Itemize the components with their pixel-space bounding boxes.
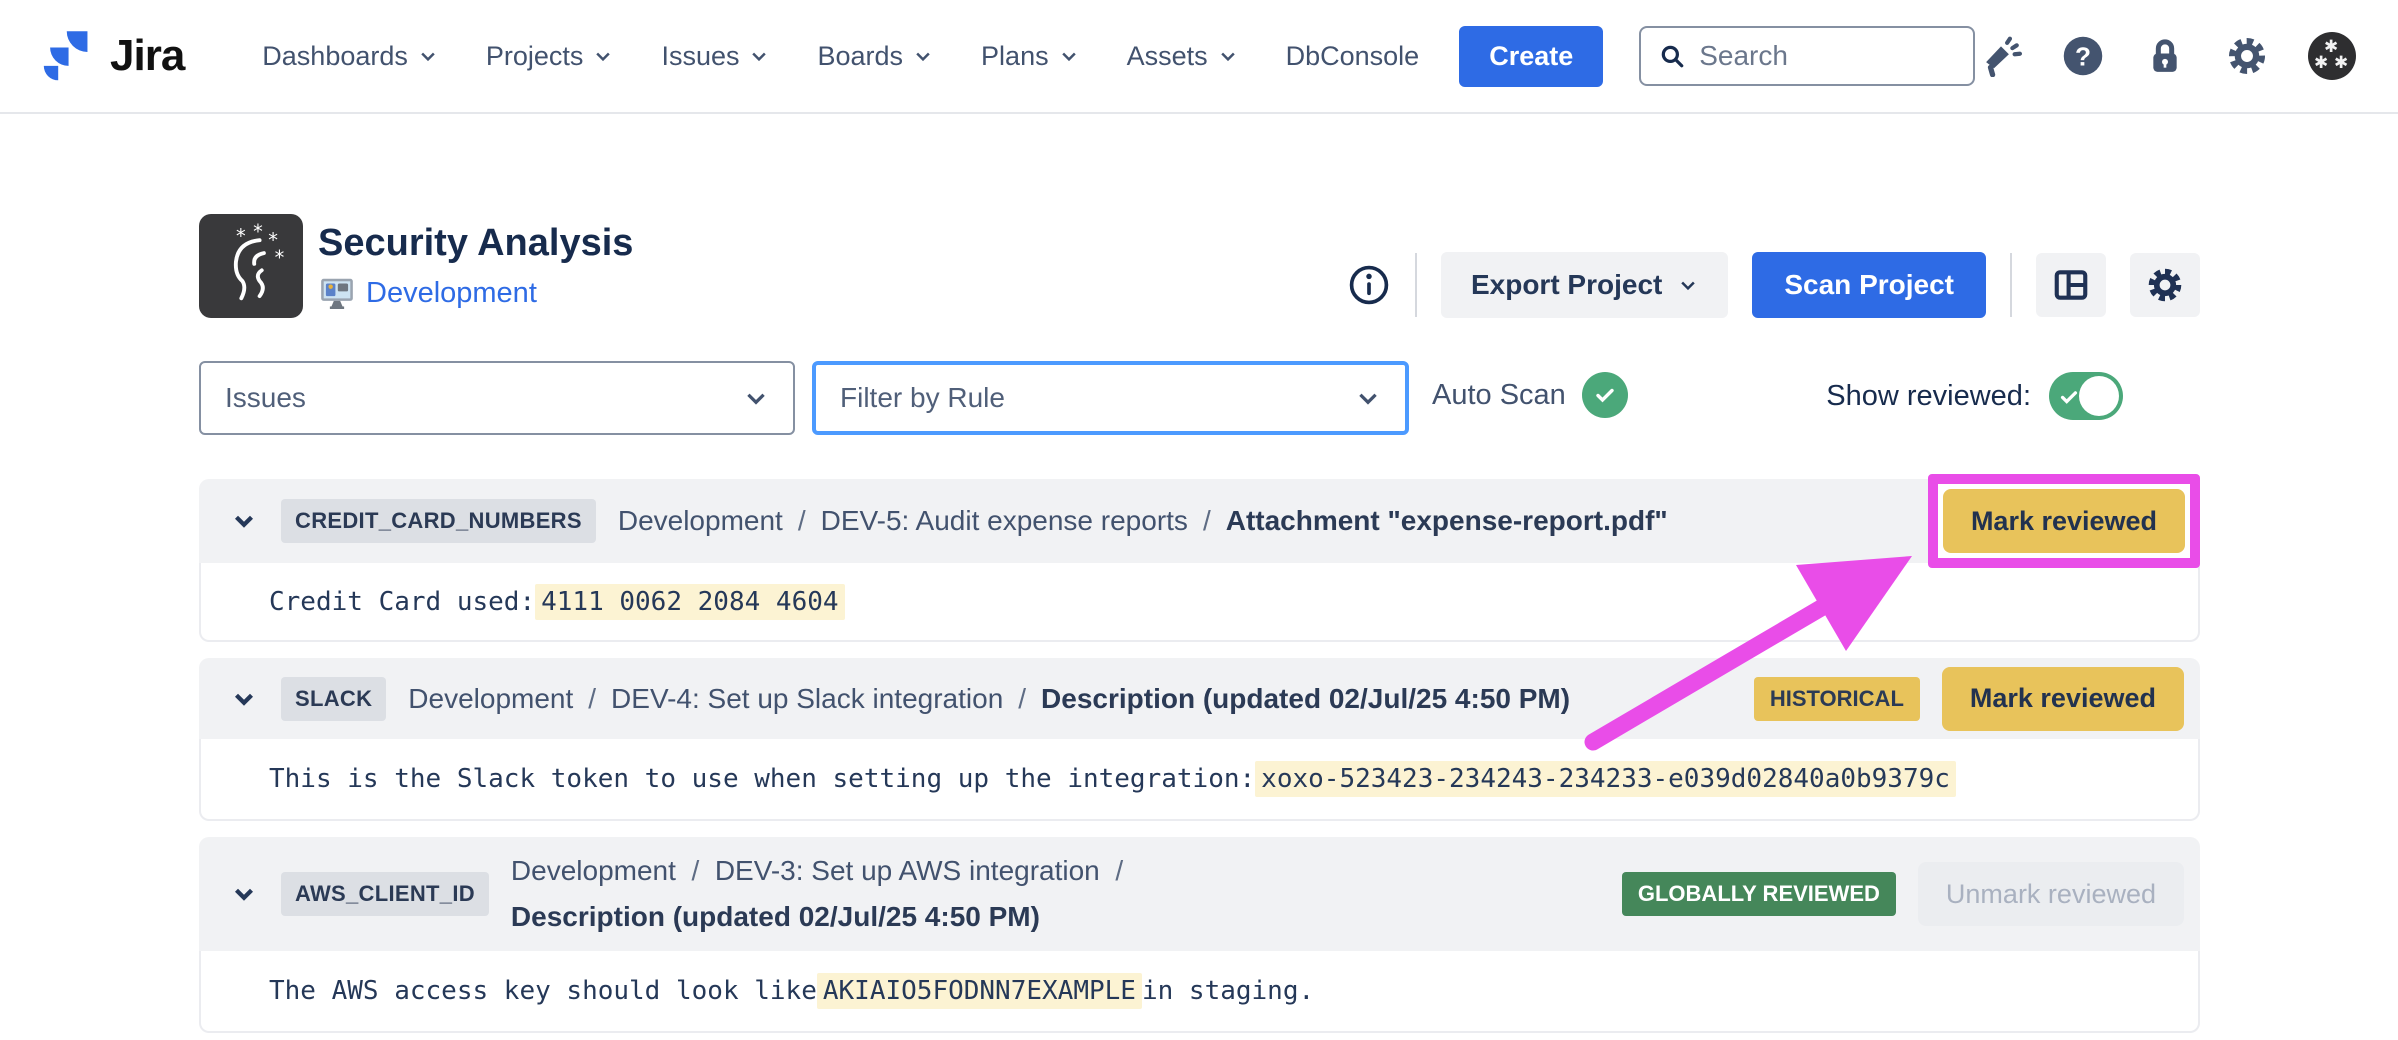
chevron-down-icon — [1059, 46, 1079, 66]
project-monitor-icon — [318, 274, 356, 312]
finding-breadcrumb: Development/ DEV-4: Set up Slack integra… — [408, 683, 1570, 715]
rule-badge: AWS_CLIENT_ID — [281, 872, 489, 916]
finding-card-aws: AWS_CLIENT_ID Development / DEV-3: Set u… — [199, 837, 2200, 1033]
auto-scan-check-icon — [1582, 372, 1628, 418]
svg-text:*: * — [236, 224, 246, 247]
nav-item-assets[interactable]: Assets — [1127, 41, 1238, 72]
finding-actions: HISTORICAL Mark reviewed — [1754, 667, 2184, 731]
auto-scan-status: Auto Scan — [1432, 372, 1628, 418]
rule-filter-select[interactable]: Filter by Rule — [812, 361, 1409, 435]
user-avatar[interactable]: ✱✱✱ — [2308, 32, 2356, 80]
jira-logo-icon — [42, 29, 96, 83]
auto-scan-label: Auto Scan — [1432, 379, 1566, 412]
nav-item-plans[interactable]: Plans — [981, 41, 1079, 72]
finding-content: The AWS access key should look like AKIA… — [199, 951, 2200, 1033]
lock-icon[interactable] — [2144, 35, 2186, 77]
project-avatar: **** — [199, 214, 303, 318]
finding-header: CREDIT_CARD_NUMBERS Development/ DEV-5: … — [199, 479, 2200, 563]
globally-reviewed-badge: GLOBALLY REVIEWED — [1622, 872, 1896, 916]
chevron-down-icon — [1218, 46, 1238, 66]
finding-header: AWS_CLIENT_ID Development / DEV-3: Set u… — [199, 837, 2200, 951]
finding-content: This is the Slack token to use when sett… — [199, 739, 2200, 821]
layout-panel-icon — [2052, 266, 2090, 304]
scan-project-button[interactable]: Scan Project — [1752, 252, 1986, 318]
finding-card-slack: SLACK Development/ DEV-4: Set up Slack i… — [199, 658, 2200, 821]
collapse-chevron-icon[interactable] — [229, 684, 259, 714]
chevron-down-icon — [743, 385, 769, 411]
create-button[interactable]: Create — [1459, 26, 1603, 87]
show-reviewed-control: Show reviewed: — [1826, 372, 2123, 420]
help-icon[interactable]: ? — [2062, 35, 2104, 77]
chevron-down-icon — [1678, 275, 1698, 295]
rule-badge: CREDIT_CARD_NUMBERS — [281, 499, 596, 543]
mark-reviewed-button[interactable]: Mark reviewed — [1942, 667, 2184, 731]
svg-text:*: * — [275, 246, 285, 269]
chevron-down-icon — [418, 46, 438, 66]
detected-secret: AKIAIO5FODNN7EXAMPLE — [817, 973, 1142, 1009]
toggle-check-icon — [2058, 386, 2080, 408]
project-link[interactable]: Development — [366, 277, 537, 310]
svg-text:?: ? — [2075, 42, 2091, 72]
export-project-button[interactable]: Export Project — [1441, 252, 1728, 318]
collapse-chevron-icon[interactable] — [229, 506, 259, 536]
search-box[interactable] — [1639, 26, 1975, 86]
nav-item-issues[interactable]: Issues — [661, 41, 769, 72]
chevron-down-icon — [593, 46, 613, 66]
finding-content: Credit Card used: 4111 0062 2084 4604 — [199, 563, 2200, 642]
jira-security-analysis-page: Jira Dashboards Projects Issues Boards P… — [0, 0, 2398, 1040]
show-reviewed-label: Show reviewed: — [1826, 380, 2031, 413]
show-reviewed-toggle[interactable] — [2049, 372, 2123, 420]
page-title: Security Analysis — [318, 222, 633, 265]
collapse-chevron-icon[interactable] — [229, 879, 259, 909]
settings-gear-icon[interactable] — [2226, 35, 2268, 77]
chevron-down-icon — [913, 46, 933, 66]
gear-icon — [2146, 266, 2184, 304]
logo-text: Jira — [110, 31, 184, 81]
finding-breadcrumb: Development / DEV-3: Set up AWS integrat… — [511, 848, 1123, 940]
detected-secret: xoxo-523423-234243-234233-e039d02840a0b9… — [1255, 761, 1956, 797]
unmark-reviewed-button[interactable]: Unmark reviewed — [1918, 862, 2184, 926]
jira-logo[interactable]: Jira — [42, 29, 184, 83]
mark-reviewed-button[interactable]: Mark reviewed — [1943, 489, 2185, 553]
nav-item-projects[interactable]: Projects — [486, 41, 614, 72]
info-icon[interactable] — [1347, 263, 1391, 307]
face-art-icon: **** — [208, 223, 294, 309]
finding-actions: GLOBALLY REVIEWED Unmark reviewed — [1622, 862, 2184, 926]
page-settings-button[interactable] — [2130, 253, 2200, 317]
chevron-down-icon — [749, 46, 769, 66]
finding-breadcrumb: Development/ DEV-5: Audit expense report… — [618, 505, 1668, 537]
finding-header: SLACK Development/ DEV-4: Set up Slack i… — [199, 658, 2200, 739]
issues-filter-select[interactable]: Issues — [199, 361, 795, 435]
divider — [1415, 253, 1417, 317]
svg-text:*: * — [253, 223, 263, 243]
nav-item-dashboards[interactable]: Dashboards — [262, 41, 438, 72]
announcements-icon[interactable] — [1980, 35, 2022, 77]
layout-panel-button[interactable] — [2036, 253, 2106, 317]
finding-card-credit-card: CREDIT_CARD_NUMBERS Development/ DEV-5: … — [199, 479, 2200, 642]
annotation-highlight-box: Mark reviewed — [1928, 474, 2200, 568]
search-input[interactable] — [1699, 40, 1955, 72]
nav-item-boards[interactable]: Boards — [817, 41, 933, 72]
header-actions: Export Project Scan Project — [1347, 252, 2200, 318]
historical-badge: HISTORICAL — [1754, 677, 1920, 721]
search-icon — [1659, 41, 1685, 71]
nav-icon-group: ? ✱✱✱ — [1980, 32, 2356, 80]
top-navigation-bar: Jira Dashboards Projects Issues Boards P… — [0, 0, 2398, 114]
nav-item-dbconsole[interactable]: DbConsole — [1286, 41, 1420, 72]
rule-badge: SLACK — [281, 677, 386, 721]
divider — [2010, 253, 2012, 317]
project-breadcrumb: Development — [318, 274, 537, 312]
chevron-down-icon — [1355, 385, 1381, 411]
nav-menu: Dashboards Projects Issues Boards Plans … — [262, 41, 1419, 72]
detected-secret: 4111 0062 2084 4604 — [535, 584, 844, 620]
